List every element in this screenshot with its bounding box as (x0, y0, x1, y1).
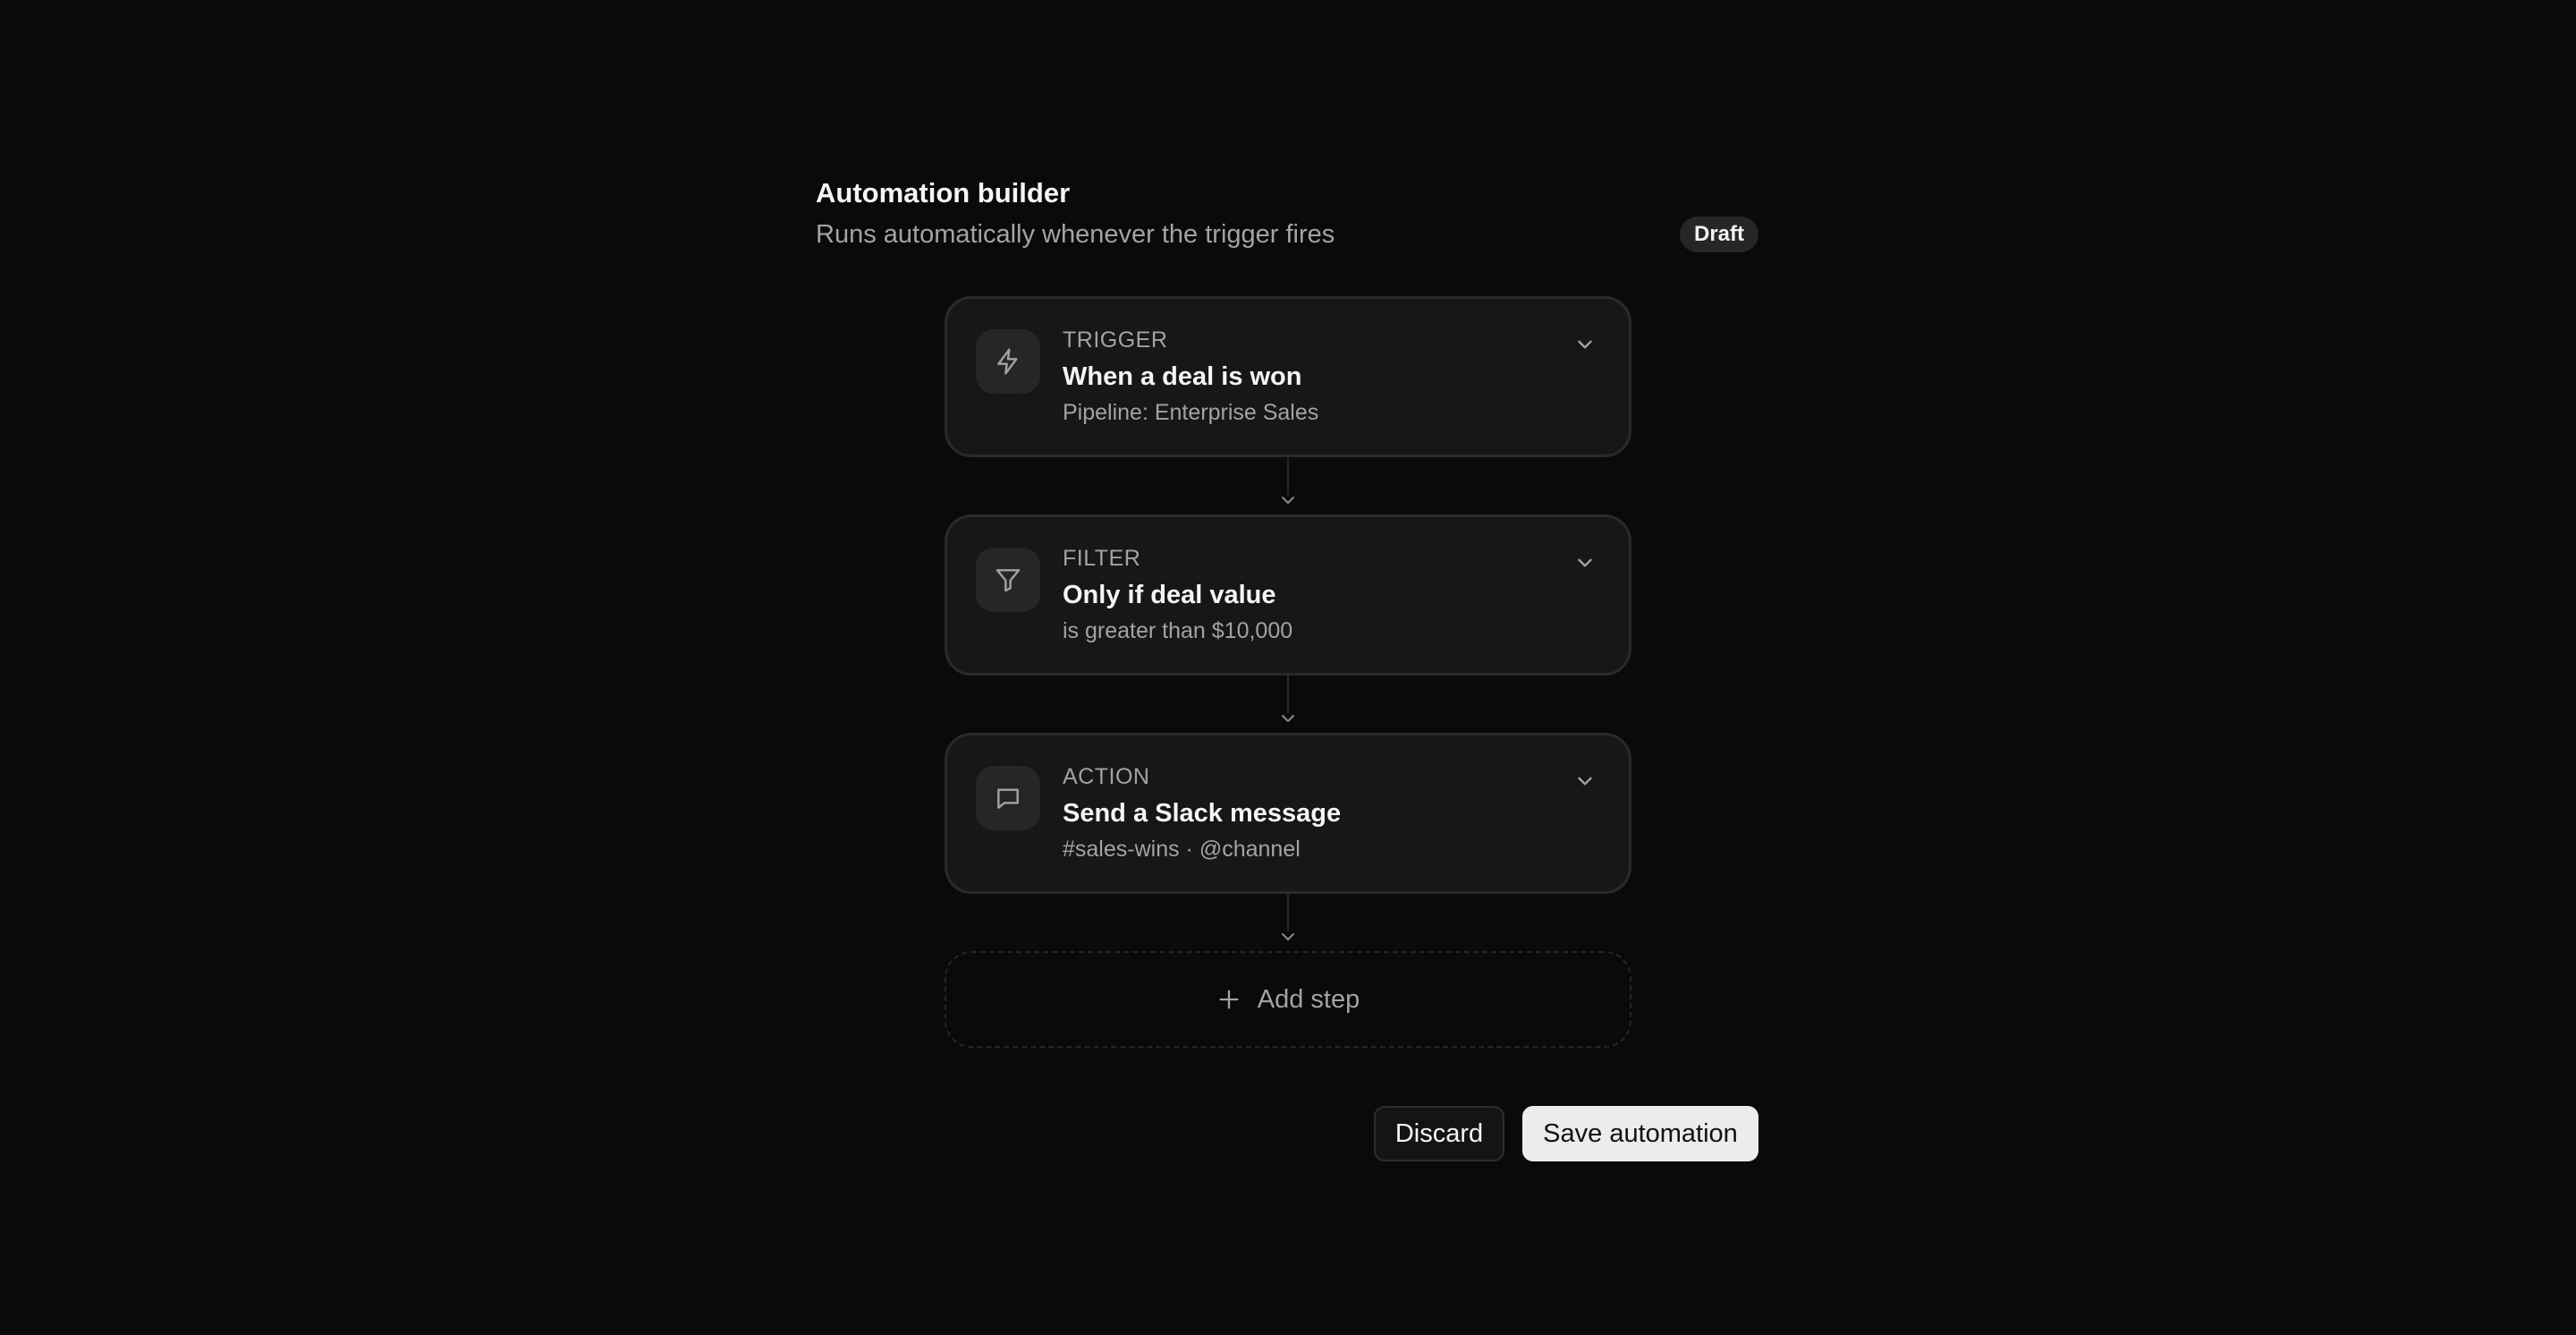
step-text: FILTER Only if deal value is greater tha… (1063, 544, 1292, 646)
page-subtitle: Runs automatically whenever the trigger … (816, 219, 1335, 249)
step-connector (945, 676, 1631, 733)
chevron-down-icon[interactable] (1572, 768, 1598, 795)
chevron-down-icon[interactable] (1572, 549, 1598, 576)
chevron-down-icon[interactable] (1572, 331, 1598, 358)
step-detail: #sales-wins · @channel (1063, 837, 1301, 862)
step-title: When a deal is won (1063, 362, 1302, 391)
subtitle-row: Runs automatically whenever the trigger … (816, 217, 1758, 252)
step-card-trigger[interactable]: TRIGGER When a deal is won Pipeline: Ent… (945, 296, 1631, 457)
step-flow: TRIGGER When a deal is won Pipeline: Ent… (945, 296, 1631, 1048)
step-connector (945, 457, 1631, 514)
step-title: Only if deal value (1063, 581, 1276, 609)
step-connector (945, 894, 1631, 951)
step-card-action[interactable]: ACTION Send a Slack message #sales-wins … (945, 733, 1631, 894)
step-text: TRIGGER When a deal is won Pipeline: Ent… (1063, 326, 1318, 428)
step-detail: is greater than $10,000 (1063, 618, 1293, 643)
status-badge: Draft (1679, 217, 1758, 252)
page-title: Automation builder (816, 177, 1071, 208)
add-step-label: Add step (1257, 984, 1360, 1014)
discard-button[interactable]: Discard (1374, 1106, 1504, 1161)
step-kind: FILTER (1063, 546, 1141, 571)
step-kind: ACTION (1063, 764, 1150, 789)
footer-actions: Discard Save automation (1374, 1106, 1758, 1161)
step-card-filter[interactable]: FILTER Only if deal value is greater tha… (945, 514, 1631, 676)
message-icon (976, 766, 1040, 830)
add-step-button[interactable]: Add step (945, 951, 1631, 1048)
step-detail: Pipeline: Enterprise Sales (1063, 400, 1319, 425)
lightning-icon (976, 329, 1040, 394)
chevron-down-icon (1282, 933, 1294, 940)
step-kind: TRIGGER (1063, 327, 1168, 353)
plus-icon (1219, 990, 1239, 1009)
step-title: Send a Slack message (1063, 799, 1342, 828)
step-text: ACTION Send a Slack message #sales-wins … (1063, 762, 1341, 864)
automation-builder: Automation builder Runs automatically wh… (816, 175, 1758, 1161)
save-automation-button[interactable]: Save automation (1522, 1106, 1758, 1161)
filter-icon (976, 548, 1040, 612)
chevron-down-icon (1282, 715, 1294, 722)
chevron-down-icon (1282, 497, 1294, 504)
